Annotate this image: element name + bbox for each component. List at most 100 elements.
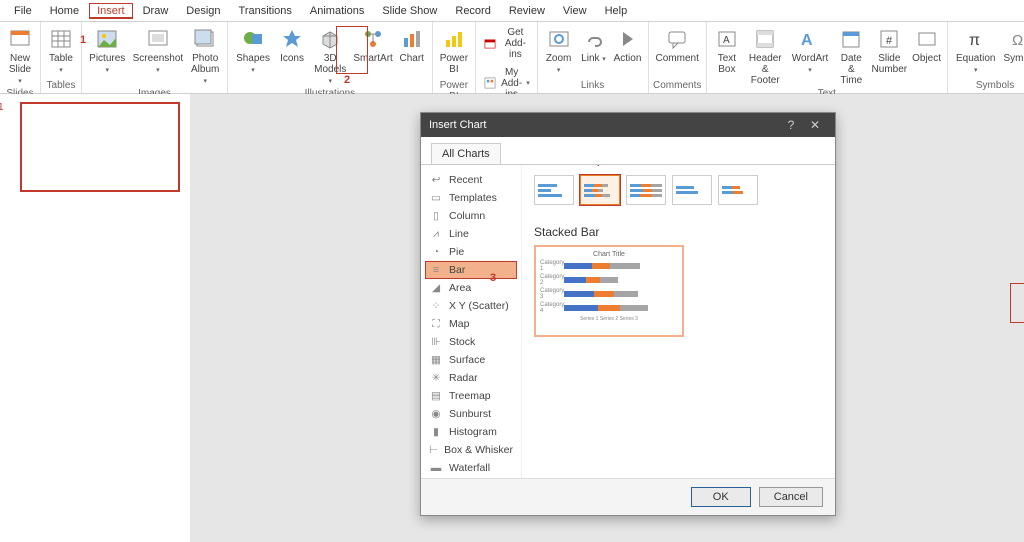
ribbon-date-time-button[interactable]: Date &Time (834, 24, 868, 88)
menu-view[interactable]: View (555, 3, 595, 19)
ok-button[interactable]: OK (691, 487, 751, 507)
symbol-icon: Ω (1007, 26, 1024, 52)
category-icon: ▭ (429, 191, 443, 205)
close-icon[interactable]: ✕ (803, 118, 827, 132)
ribbon-new-slide-button[interactable]: NewSlide ▾ (4, 24, 36, 88)
svg-text:A: A (801, 32, 813, 49)
dropdown-arrow-icon: ▾ (18, 78, 22, 85)
dropdown-arrow-icon: ▾ (59, 67, 63, 74)
ribbon-shapes-button[interactable]: Shapes ▾ (232, 24, 274, 77)
ribbon-get-add-ins-button[interactable]: Get Add-ins (480, 24, 533, 62)
ribbon-smartart-button[interactable]: SmartArt (352, 24, 393, 66)
menu-record[interactable]: Record (447, 3, 498, 19)
menu-insert[interactable]: Insert (89, 3, 133, 19)
ribbon-group-tables: Table ▾Tables (41, 22, 82, 93)
ribbon-power-bi-button[interactable]: PowerBI (437, 24, 471, 77)
cancel-button[interactable]: Cancel (759, 487, 823, 507)
ribbon-table-button[interactable]: Table ▾ (45, 24, 77, 77)
dropdown-arrow-icon: ▾ (602, 56, 606, 63)
chart-category-map[interactable]: ⛶Map (425, 315, 517, 333)
ribbon-text-box-button[interactable]: ATextBox (711, 24, 743, 77)
menu-home[interactable]: Home (42, 3, 87, 19)
chart-category-histogram[interactable]: ▮Histogram (425, 423, 517, 441)
dialog-button-row: OK Cancel (421, 478, 835, 515)
ribbon-pictures-button[interactable]: Pictures ▾ (86, 24, 128, 77)
ribbon-group-text: ATextBoxHeader& FooterAWordArt ▾Date &Ti… (707, 22, 948, 93)
callout-2: 2 (344, 74, 350, 86)
ribbon-slide-number-button[interactable]: #SlideNumber (870, 24, 908, 77)
chart-category-sunburst[interactable]: ◉Sunburst (425, 405, 517, 423)
category-icon: ⊢ (429, 443, 438, 457)
dropdown-arrow-icon: ▾ (251, 67, 255, 74)
chart-category-column[interactable]: ▯Column (425, 207, 517, 225)
subtype-100-stacked-bar[interactable] (626, 175, 666, 205)
chart-category-waterfall[interactable]: ▬Waterfall (425, 459, 517, 477)
header-icon (752, 26, 778, 52)
category-icon: ✳ (429, 371, 443, 385)
ribbon-icons-button[interactable]: Icons (276, 24, 308, 66)
screenshot-icon (145, 26, 171, 52)
chart-category-pie[interactable]: ◔Pie (425, 243, 517, 261)
dropdown-arrow-icon: ▾ (526, 79, 530, 87)
ribbon-photo-album-button[interactable]: PhotoAlbum ▾ (187, 24, 223, 88)
slide-thumbnail-1[interactable] (20, 102, 180, 192)
dropdown-arrow-icon: ▾ (974, 67, 978, 74)
ribbon-wordart-button[interactable]: AWordArt ▾ (788, 24, 833, 77)
svg-text:A: A (723, 35, 730, 46)
ribbon-header-footer-button[interactable]: Header& Footer (745, 24, 786, 88)
slide-number: 1 (0, 102, 4, 113)
chart-category-surface[interactable]: ▦Surface (425, 351, 517, 369)
ribbon-zoom-button[interactable]: Zoom ▾ (542, 24, 576, 77)
menu-draw[interactable]: Draw (135, 3, 177, 19)
subtype-stacked-bar[interactable] (580, 175, 620, 205)
menu-design[interactable]: Design (178, 3, 228, 19)
category-icon: ◉ (429, 407, 443, 421)
ribbon-chart-button[interactable]: Chart (396, 24, 428, 66)
table-icon (48, 26, 74, 52)
chart-category-recent[interactable]: ↩Recent (425, 171, 517, 189)
menu-file[interactable]: File (6, 3, 40, 19)
chart-category-radar[interactable]: ✳Radar (425, 369, 517, 387)
insert-chart-dialog: Insert Chart ? ✕ All Charts ↩Recent▭Temp… (420, 112, 836, 516)
chart-category-line[interactable]: ⩘Line (425, 225, 517, 243)
menu-review[interactable]: Review (501, 3, 553, 19)
slidenum-icon: # (876, 26, 902, 52)
ribbon-group-illustrations: Shapes ▾Icons3DModels ▾SmartArtChartIllu… (228, 22, 433, 93)
svg-text:Ω: Ω (1012, 32, 1023, 49)
link-icon (581, 26, 607, 52)
chart-category-bar[interactable]: ≡Bar (425, 261, 517, 279)
menu-slide-show[interactable]: Slide Show (374, 3, 445, 19)
menu-transitions[interactable]: Transitions (231, 3, 300, 19)
menu-help[interactable]: Help (597, 3, 636, 19)
ribbon-group-symbols: πEquation ▾ΩSymbolSymbols (948, 22, 1024, 93)
tab-all-charts[interactable]: All Charts (431, 143, 501, 164)
category-icon: ≡ (429, 263, 443, 277)
ribbon-group-slides: NewSlide ▾Slides (0, 22, 41, 93)
ribbon-screenshot-button[interactable]: Screenshot ▾ (130, 24, 185, 77)
chart-category-area[interactable]: ◢Area (425, 279, 517, 297)
subtype-clustered-bar[interactable] (534, 175, 574, 205)
ribbon-comment-button[interactable]: Comment (653, 24, 702, 66)
subtype-3d-clustered-bar[interactable] (672, 175, 712, 205)
chart-category-x-y-scatter-[interactable]: ⁘X Y (Scatter) (425, 297, 517, 315)
pictures-icon (94, 26, 120, 52)
dropdown-arrow-icon: ▾ (557, 67, 561, 74)
myaddins-icon (483, 76, 497, 90)
chart-category-box-whisker[interactable]: ⊢Box & Whisker (425, 441, 517, 459)
category-icon: ⊪ (429, 335, 443, 349)
ribbon-equation-button[interactable]: πEquation ▾ (952, 24, 1000, 77)
ribbon-group-add-ins: Get Add-insMy Add-ins▾Add-ins (476, 22, 538, 93)
category-icon: ↩ (429, 173, 443, 187)
menu-animations[interactable]: Animations (302, 3, 372, 19)
ribbon-object-button[interactable]: Object (910, 24, 942, 66)
chart-category-stock[interactable]: ⊪Stock (425, 333, 517, 351)
category-icon: ◔ (429, 245, 443, 259)
category-icon: ▤ (429, 389, 443, 403)
help-icon[interactable]: ? (779, 118, 803, 132)
subtype-3d-stacked-bar[interactable] (718, 175, 758, 205)
ribbon-group-power-bi: PowerBIPower BI (433, 22, 476, 93)
chart-preview[interactable]: Chart Title Category 1Category 2Category… (534, 245, 684, 337)
ribbon-group-links: Zoom ▾Link ▾ActionLinks (538, 22, 649, 93)
chart-category-treemap[interactable]: ▤Treemap (425, 387, 517, 405)
chart-category-templates[interactable]: ▭Templates (425, 189, 517, 207)
